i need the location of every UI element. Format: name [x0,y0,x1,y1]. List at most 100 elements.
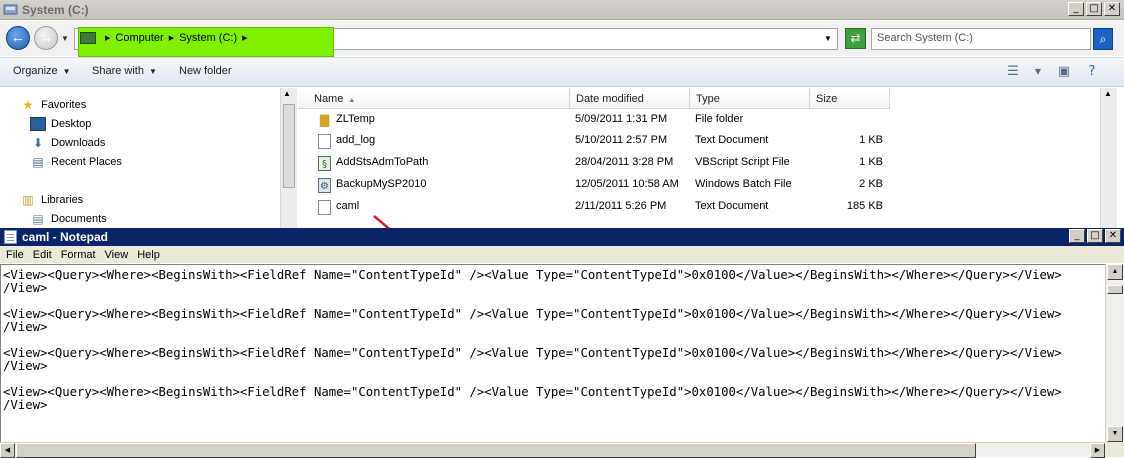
computer-icon [80,32,96,44]
scroll-up-icon[interactable]: ▲ [1107,264,1123,280]
downloads-icon: ⬇ [32,136,44,150]
chevron-right-icon[interactable]: ▶ [242,34,247,42]
file-row-add-log[interactable]: add_log 5/10/2011 2:57 PM Text Document … [298,130,1100,152]
maximize-button[interactable]: □ [1086,2,1102,16]
editor-content[interactable]: <View><Query><Where><BeginsWith><FieldRe… [1,265,1105,412]
scroll-up-icon[interactable]: ▲ [1104,89,1112,98]
editor-vertical-scrollbar[interactable]: ▲ ▼ [1105,264,1124,442]
search-input[interactable]: Search System (C:) [871,28,1091,50]
notepad-title: caml - Notepad [22,230,109,244]
minimize-button[interactable]: _ [1069,229,1085,243]
menu-format[interactable]: Format [61,249,96,261]
file-size: 1 KB [859,156,883,168]
new-folder-button[interactable]: New folder [179,65,232,77]
nav-recent-places[interactable]: ▤ Recent Places [30,155,122,169]
file-size: 185 KB [846,200,883,212]
file-row-addstsadmtopath[interactable]: § AddStsAdmToPath 28/04/2011 3:28 PM VBS… [298,152,1100,174]
file-name: caml [336,200,360,212]
explorer-title-bar[interactable]: System (C:) _ □ ✕ [0,0,1124,20]
nav-favorites[interactable]: ★ Favorites [20,98,87,112]
scroll-thumb[interactable] [16,443,976,458]
scroll-thumb[interactable] [283,104,295,188]
file-size: 2 KB [859,178,883,190]
minimize-button[interactable]: _ [1068,2,1084,16]
star-icon: ★ [22,98,34,112]
file-name: BackupMySP2010 [336,178,427,190]
breadcrumb-computer[interactable]: Computer [115,32,163,44]
help-icon[interactable]: ? [1084,64,1100,80]
explorer-title: System (C:) [22,3,89,17]
editor-horizontal-scrollbar[interactable]: ◀ ▶ [0,442,1105,458]
menu-file[interactable]: File [6,249,24,261]
libraries-icon: ▥ [22,193,34,207]
file-date: 12/05/2011 10:58 AM [575,178,679,190]
file-date: 5/10/2011 2:57 PM [575,134,668,146]
desktop-icon [30,117,46,131]
chevron-right-icon[interactable]: ▶ [169,34,174,42]
share-with-button[interactable]: Share with ▼ [92,65,157,77]
search-icon[interactable]: ⌕ [1093,28,1113,50]
maximize-button[interactable]: □ [1087,229,1103,243]
drive-icon [3,4,18,15]
command-bar: Organize ▼ Share with ▼ New folder ☰ ▼ ▣ ? [0,57,1124,87]
forward-button[interactable]: → [34,26,58,50]
nav-recent-places-label: Recent Places [51,156,122,168]
scroll-up-icon[interactable]: ▲ [283,89,291,98]
text-editor[interactable]: <View><Query><Where><BeginsWith><FieldRe… [0,264,1105,442]
file-type: File folder [695,113,744,125]
menu-bar: File Edit Format View Help [0,246,1124,264]
scroll-down-icon[interactable]: ▼ [1107,426,1123,442]
resize-grip[interactable] [1105,442,1124,457]
column-name-label: Name [314,93,344,105]
scroll-left-icon[interactable]: ◀ [0,443,15,458]
nav-libraries[interactable]: ▥ Libraries [20,193,83,207]
explorer-window: System (C:) _ □ ✕ ← → ▼ ▼ ⇄ Search Syste… [0,0,1124,228]
folder-icon: ▇ [319,113,330,127]
sort-ascending-icon: ▲ [348,97,356,104]
nav-desktop[interactable]: Desktop [30,117,91,131]
file-name: ZLTemp [336,113,375,125]
scroll-thumb[interactable] [1107,285,1123,294]
view-dropdown-icon[interactable]: ▼ [1030,64,1046,80]
column-header-name[interactable]: Name ▲ [298,88,570,109]
nav-downloads-label: Downloads [51,137,106,149]
history-dropdown-icon[interactable]: ▼ [61,34,69,43]
column-header-date[interactable]: Date modified [570,88,690,109]
nav-documents[interactable]: ▤ Documents [30,212,107,226]
notepad-title-bar[interactable]: caml - Notepad _ □ ✕ [0,228,1124,246]
text-file-icon [318,134,331,149]
preview-pane-icon[interactable]: ▣ [1056,64,1072,80]
breadcrumb: ▶ Computer ▶ System (C:) ▶ [78,27,253,49]
file-date: 2/11/2011 5:26 PM [575,200,667,212]
file-row-backupmysp2010[interactable]: ⚙ BackupMySP2010 12/05/2011 10:58 AM Win… [298,174,1100,196]
menu-edit[interactable]: Edit [33,249,52,261]
close-button[interactable]: ✕ [1104,2,1120,16]
documents-icon: ▤ [32,212,44,226]
close-button[interactable]: ✕ [1105,229,1121,243]
file-type: Text Document [695,200,769,212]
scroll-right-icon[interactable]: ▶ [1090,443,1105,458]
refresh-button[interactable]: ⇄ [845,28,866,49]
column-header-type[interactable]: Type [690,88,810,109]
file-name: AddStsAdmToPath [336,156,429,168]
navigation-scrollbar[interactable]: ▲ [280,88,297,228]
column-header-size[interactable]: Size [810,88,890,109]
view-options-icon[interactable]: ☰ [1005,64,1021,80]
organize-button[interactable]: Organize ▼ [13,65,71,77]
file-type: Text Document [695,134,769,146]
menu-view[interactable]: View [105,249,129,261]
nav-favorites-label: Favorites [41,99,87,111]
nav-desktop-label: Desktop [51,118,92,130]
menu-help[interactable]: Help [137,249,160,261]
notepad-window: caml - Notepad _ □ ✕ File Edit Format Vi… [0,228,1124,458]
address-dropdown-icon[interactable]: ▼ [824,34,832,43]
nav-downloads[interactable]: ⬇ Downloads [30,136,105,150]
back-button[interactable]: ← [6,26,30,50]
nav-documents-label: Documents [51,213,107,225]
file-list-scrollbar[interactable]: ▲ [1100,88,1117,228]
file-row-zltemp[interactable]: ▇ ZLTemp 5/09/2011 1:31 PM File folder [298,109,1100,131]
script-file-icon: § [318,156,331,171]
navigation-pane: ★ Favorites Desktop ⬇ Downloads ▤ Recent… [0,88,280,228]
breadcrumb-system-c[interactable]: System (C:) [179,32,237,44]
chevron-right-icon[interactable]: ▶ [105,34,110,42]
